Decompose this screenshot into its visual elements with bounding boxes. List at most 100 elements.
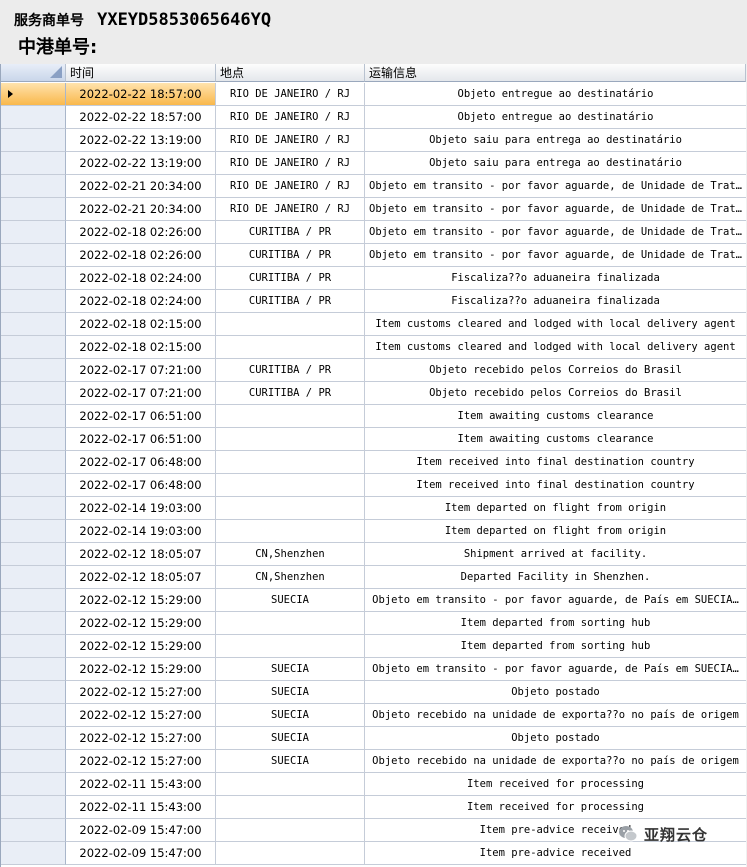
cell-time[interactable]: 2022-02-12 15:27:00 <box>66 750 216 773</box>
cell-location[interactable] <box>216 635 365 658</box>
cell-location[interactable]: RIO DE JANEIRO / RJ <box>216 83 365 106</box>
row-indicator[interactable] <box>1 635 66 658</box>
cell-info[interactable]: Item departed from sorting hub <box>365 635 746 658</box>
cell-time[interactable]: 2022-02-17 07:21:00 <box>66 359 216 382</box>
row-indicator[interactable] <box>1 106 66 129</box>
column-header-time[interactable]: 时间 <box>66 64 216 82</box>
row-indicator[interactable] <box>1 313 66 336</box>
cell-info[interactable]: Item departed from sorting hub <box>365 612 746 635</box>
cell-info[interactable]: Item awaiting customs clearance <box>365 428 746 451</box>
cell-time[interactable]: 2022-02-17 07:21:00 <box>66 382 216 405</box>
cell-time[interactable]: 2022-02-11 15:43:00 <box>66 796 216 819</box>
table-row[interactable]: 2022-02-18 02:15:00 Item customs cleared … <box>1 336 746 359</box>
cell-info[interactable]: Objeto postado <box>365 727 746 750</box>
table-row[interactable]: 2022-02-12 15:27:00 SUECIA Objeto recebido… <box>1 704 746 727</box>
cell-location[interactable]: RIO DE JANEIRO / RJ <box>216 175 365 198</box>
cell-time[interactable]: 2022-02-17 06:51:00 <box>66 405 216 428</box>
row-indicator[interactable] <box>1 612 66 635</box>
row-indicator[interactable] <box>1 819 66 842</box>
table-row[interactable]: 2022-02-18 02:24:00 CURITIBA / PR Fiscaliz… <box>1 267 746 290</box>
cell-time[interactable]: 2022-02-22 18:57:00 <box>66 106 216 129</box>
row-indicator[interactable] <box>1 842 66 865</box>
table-row[interactable]: 2022-02-17 06:51:00 Item awaiting customs… <box>1 428 746 451</box>
table-row[interactable]: 2022-02-12 15:29:00 Item departed from so… <box>1 612 746 635</box>
row-indicator[interactable] <box>1 290 66 313</box>
cell-time[interactable]: 2022-02-22 18:57:00 <box>66 83 216 106</box>
cell-time[interactable]: 2022-02-17 06:51:00 <box>66 428 216 451</box>
row-indicator[interactable] <box>1 727 66 750</box>
cell-time[interactable]: 2022-02-12 15:27:00 <box>66 727 216 750</box>
cell-info[interactable]: Objeto postado <box>365 681 746 704</box>
table-row[interactable]: 2022-02-12 15:27:00 SUECIA Objeto postado <box>1 727 746 750</box>
table-row[interactable]: 2022-02-22 18:57:00 RIO DE JANEIRO / RJ Ob… <box>1 83 746 106</box>
cell-info[interactable]: Objeto em transito - por favor aguarde, … <box>365 198 746 221</box>
cell-location[interactable] <box>216 819 365 842</box>
table-row[interactable]: 2022-02-14 19:03:00 Item departed on flig… <box>1 520 746 543</box>
cell-info[interactable]: Objeto recebido pelos Correios do Brasil <box>365 359 746 382</box>
row-indicator[interactable] <box>1 796 66 819</box>
row-indicator[interactable] <box>1 589 66 612</box>
cell-time[interactable]: 2022-02-18 02:24:00 <box>66 290 216 313</box>
cell-info[interactable]: Item departed on flight from origin <box>365 520 746 543</box>
cell-info[interactable]: Item received into final destination cou… <box>365 474 746 497</box>
table-row[interactable]: 2022-02-18 02:15:00 Item customs cleared … <box>1 313 746 336</box>
cell-location[interactable] <box>216 842 365 865</box>
cell-location[interactable]: CN,Shenzhen <box>216 543 365 566</box>
row-indicator[interactable] <box>1 750 66 773</box>
row-indicator[interactable] <box>1 474 66 497</box>
cell-time[interactable]: 2022-02-21 20:34:00 <box>66 175 216 198</box>
cell-time[interactable]: 2022-02-12 18:05:07 <box>66 566 216 589</box>
cell-location[interactable]: RIO DE JANEIRO / RJ <box>216 152 365 175</box>
row-indicator[interactable] <box>1 336 66 359</box>
cell-time[interactable]: 2022-02-12 15:29:00 <box>66 658 216 681</box>
cell-time[interactable]: 2022-02-12 15:27:00 <box>66 681 216 704</box>
tracking-grid[interactable]: 时间 地点 运输信息 2022-02-22 18:57:00 RIO DE JAN… <box>0 64 746 867</box>
cell-time[interactable]: 2022-02-12 15:27:00 <box>66 704 216 727</box>
cell-location[interactable] <box>216 520 365 543</box>
cell-time[interactable]: 2022-02-12 15:29:00 <box>66 589 216 612</box>
table-row[interactable]: 2022-02-18 02:26:00 CURITIBA / PR Objeto e… <box>1 221 746 244</box>
cell-info[interactable]: Fiscaliza??o aduaneira finalizada <box>365 267 746 290</box>
cell-location[interactable] <box>216 313 365 336</box>
table-row[interactable]: 2022-02-12 15:27:00 SUECIA Objeto postado <box>1 681 746 704</box>
table-row[interactable]: 2022-02-22 13:19:00 RIO DE JANEIRO / RJ Ob… <box>1 129 746 152</box>
cell-location[interactable]: RIO DE JANEIRO / RJ <box>216 106 365 129</box>
table-row[interactable]: 2022-02-14 19:03:00 Item departed on flig… <box>1 497 746 520</box>
cell-time[interactable]: 2022-02-12 15:29:00 <box>66 612 216 635</box>
cell-time[interactable]: 2022-02-18 02:26:00 <box>66 221 216 244</box>
column-header-location[interactable]: 地点 <box>216 64 365 82</box>
table-row[interactable]: 2022-02-22 18:57:00 RIO DE JANEIRO / RJ Ob… <box>1 106 746 129</box>
cell-location[interactable]: SUECIA <box>216 750 365 773</box>
cell-info[interactable]: Item awaiting customs clearance <box>365 405 746 428</box>
table-row[interactable]: 2022-02-17 07:21:00 CURITIBA / PR Objeto r… <box>1 382 746 405</box>
select-all-corner[interactable] <box>1 64 66 82</box>
cell-location[interactable]: SUECIA <box>216 589 365 612</box>
row-indicator[interactable] <box>1 497 66 520</box>
table-row[interactable]: 2022-02-17 06:51:00 Item awaiting customs… <box>1 405 746 428</box>
cell-location[interactable]: SUECIA <box>216 704 365 727</box>
cell-time[interactable]: 2022-02-18 02:24:00 <box>66 267 216 290</box>
row-indicator[interactable] <box>1 520 66 543</box>
table-row[interactable]: 2022-02-12 15:29:00 SUECIA Objeto em trans… <box>1 589 746 612</box>
cell-location[interactable] <box>216 405 365 428</box>
cell-location[interactable]: CN,Shenzhen <box>216 566 365 589</box>
cell-time[interactable]: 2022-02-22 13:19:00 <box>66 152 216 175</box>
table-row[interactable]: 2022-02-11 15:43:00 Item received for pro… <box>1 773 746 796</box>
cell-info[interactable]: Objeto recebido na unidade de exporta??o… <box>365 750 746 773</box>
row-indicator[interactable] <box>1 405 66 428</box>
cell-time[interactable]: 2022-02-17 06:48:00 <box>66 474 216 497</box>
cell-info[interactable]: Objeto saiu para entrega ao destinatário <box>365 152 746 175</box>
table-row[interactable]: 2022-02-21 20:34:00 RIO DE JANEIRO / RJ Ob… <box>1 175 746 198</box>
cell-location[interactable] <box>216 796 365 819</box>
table-row[interactable]: 2022-02-12 18:05:07 CN,Shenzhen Shipment a… <box>1 543 746 566</box>
cell-info[interactable]: Fiscaliza??o aduaneira finalizada <box>365 290 746 313</box>
column-header-info[interactable]: 运输信息 <box>365 64 746 82</box>
table-row[interactable]: 2022-02-17 06:48:00 Item received into fi… <box>1 474 746 497</box>
cell-time[interactable]: 2022-02-09 15:47:00 <box>66 842 216 865</box>
cell-location[interactable] <box>216 773 365 796</box>
table-row[interactable]: 2022-02-18 02:24:00 CURITIBA / PR Fiscaliz… <box>1 290 746 313</box>
cell-info[interactable]: Shipment arrived at facility. <box>365 543 746 566</box>
table-row[interactable]: 2022-02-12 15:29:00 SUECIA Objeto em trans… <box>1 658 746 681</box>
cell-location[interactable] <box>216 612 365 635</box>
cell-location[interactable] <box>216 428 365 451</box>
